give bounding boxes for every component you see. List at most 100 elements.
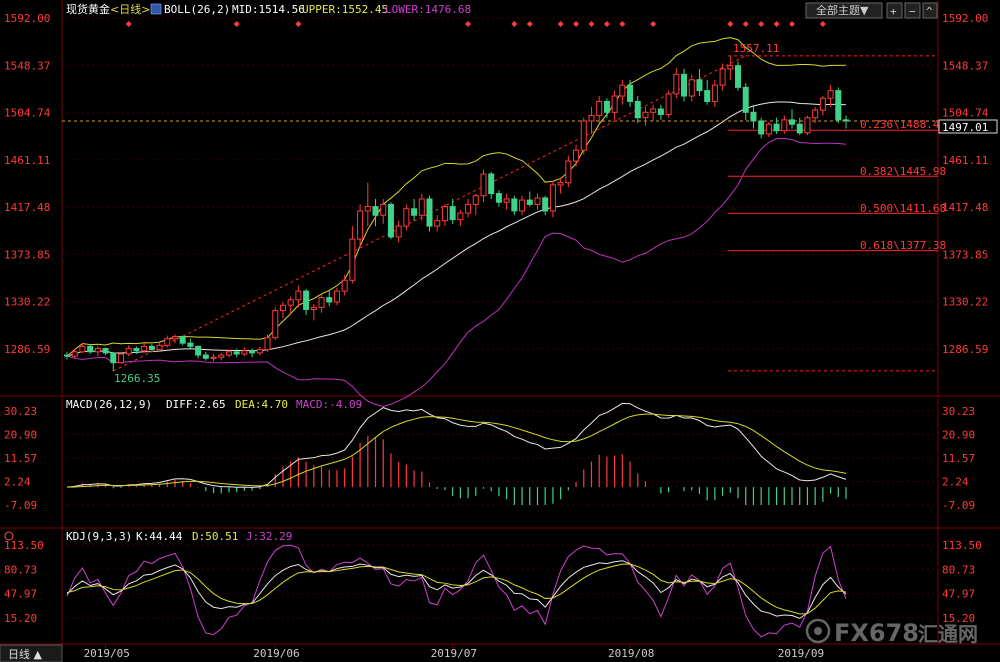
macd-y-tick-left: 2.24	[4, 476, 31, 489]
candle-body	[804, 117, 811, 134]
high-price-label: 1557.11	[733, 42, 779, 55]
y-tick-right: 1330.22	[942, 296, 988, 309]
boll-lower: LOWER:1476.68	[385, 3, 471, 16]
candle-body	[449, 206, 456, 221]
candle-body	[403, 208, 410, 227]
candle-body	[495, 193, 502, 203]
macd-y-tick-right: 11.57	[942, 452, 975, 465]
minus-icon: −	[909, 5, 916, 18]
kdj-y-tick-left: 47.97	[4, 588, 37, 601]
boll-name: BOLL(26,2)	[164, 3, 230, 16]
y-tick-right: 1417.48	[942, 201, 988, 214]
candle-body	[711, 84, 718, 102]
candle-body	[333, 290, 340, 303]
candle-body	[125, 348, 132, 355]
chevron-up-icon: ^	[926, 5, 933, 18]
y-tick-left: 1548.37	[4, 59, 50, 72]
candle-body	[110, 352, 117, 364]
candle-body	[465, 203, 472, 214]
y-tick-left: 1286.59	[4, 343, 50, 356]
boll-upper: UPPER:1552.45	[302, 3, 388, 16]
candle-body	[256, 349, 263, 354]
candle-body	[318, 297, 325, 308]
candle-body	[171, 336, 178, 340]
indicator-switch-icon[interactable]	[150, 3, 162, 15]
macd-y-tick-left: 30.23	[4, 405, 37, 418]
candle-body	[249, 350, 256, 354]
candle-body	[681, 73, 688, 97]
current-price: 1497.01	[942, 121, 988, 134]
y-tick-left: 1373.85	[4, 248, 50, 261]
candle-body	[673, 73, 680, 95]
collapse-button[interactable]: ^	[922, 2, 938, 19]
kdj-name: KDJ(9,3,3)	[66, 530, 132, 543]
candle-body	[557, 182, 564, 186]
candle-body	[187, 342, 194, 347]
candle-body	[441, 206, 448, 222]
candle-body	[233, 351, 240, 355]
macd-y-tick-left: -7.09	[4, 499, 37, 512]
fib-label-1: 0.382\1445.98	[860, 165, 946, 178]
candle-body	[472, 195, 479, 205]
low-price-label: 1266.35	[114, 372, 160, 385]
candle-body	[210, 356, 217, 359]
candle-body	[650, 108, 657, 113]
kdj-y-tick-right: 80.73	[942, 563, 975, 576]
candle-body	[773, 123, 780, 132]
candle-body	[303, 290, 310, 311]
candle-body	[411, 208, 418, 216]
candle-body	[434, 220, 441, 227]
y-tick-left: 1461.11	[4, 154, 50, 167]
candle-body	[519, 199, 526, 212]
macd-y-tick-left: 20.90	[4, 429, 37, 442]
candle-body	[735, 65, 742, 88]
y-tick-left: 1592.00	[4, 12, 50, 25]
candle-body	[279, 304, 286, 312]
y-tick-right: 1592.00	[942, 12, 988, 25]
candle-body	[619, 84, 626, 97]
x-tick-label: 2019/06	[253, 647, 299, 660]
candle-body	[534, 197, 541, 205]
candle-body	[488, 173, 495, 195]
candle-body	[480, 173, 487, 197]
zoom-out-button[interactable]: −	[904, 2, 921, 19]
candle-body	[611, 95, 618, 113]
kdj-y-tick-left: 80.73	[4, 563, 37, 576]
candle-body	[765, 123, 772, 135]
theme-dropdown[interactable]: 全部主题▼	[805, 2, 883, 19]
candle-body	[503, 198, 510, 203]
macd-y-tick-right: 2.24	[942, 476, 969, 489]
candle-body	[372, 206, 379, 216]
candle-body	[357, 210, 364, 240]
candle-body	[526, 199, 533, 205]
candle-body	[117, 353, 124, 364]
candle-body	[179, 336, 186, 344]
candle-body	[195, 345, 202, 356]
candle-body	[287, 299, 294, 306]
candle-body	[719, 68, 726, 86]
watermark-text: FX678	[834, 619, 919, 647]
candle-body	[627, 84, 634, 102]
period-tab-label[interactable]: 日线 ▲	[8, 647, 42, 661]
candle-body	[573, 149, 580, 162]
candle-body	[588, 115, 595, 122]
candle-body	[426, 198, 433, 227]
candle-body	[241, 350, 248, 355]
candle-body	[141, 345, 148, 352]
candle-body	[511, 198, 518, 212]
candle-body	[326, 297, 333, 303]
candle-body	[387, 203, 394, 238]
plus-icon: +	[890, 5, 897, 18]
candle-body	[102, 348, 109, 354]
x-tick-label: 2019/07	[431, 647, 477, 660]
candle-body	[565, 160, 572, 184]
candle-body	[580, 120, 587, 151]
zoom-in-button[interactable]: +	[886, 2, 903, 19]
fib-label-0: 0.236\1488.42	[860, 118, 946, 131]
candle-body	[272, 310, 279, 339]
candle-body	[395, 225, 402, 238]
theme-dropdown-label[interactable]: 全部主题▼	[816, 3, 869, 17]
boll-mid: MID:1514.56	[232, 3, 305, 16]
candle-body	[789, 119, 796, 125]
chart-canvas[interactable]: 1592.00 1592.00 1548.37 1548.37 1504.74 1504.…	[0, 0, 1000, 662]
